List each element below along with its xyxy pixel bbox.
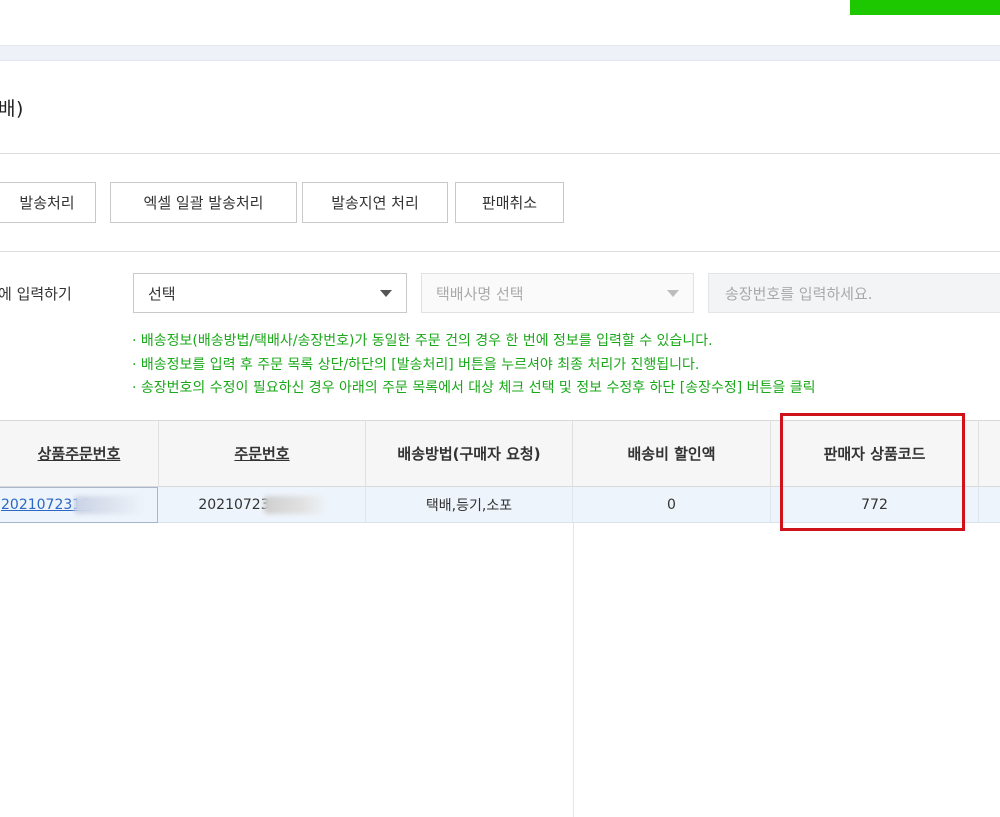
delivery-method-cell: 택배,등기,소포 bbox=[366, 487, 573, 522]
delay-ship-button[interactable]: 발송지연 처리 bbox=[302, 182, 448, 223]
notice-item: · 송장번호의 수정이 필요하신 경우 아래의 주문 목록에서 대상 체크 선택… bbox=[132, 380, 816, 396]
column-product-order-no[interactable]: 상품주문번호 bbox=[0, 421, 159, 486]
column-order-no[interactable]: 주문번호 bbox=[159, 421, 366, 486]
chevron-down-icon bbox=[667, 290, 679, 297]
notice-item: · 배송정보(배송방법/택배사/송장번호)가 동일한 주문 건의 경우 한 번에… bbox=[132, 333, 713, 349]
masked-number bbox=[74, 496, 145, 514]
invoice-placeholder: 송장번호를 입력하세요. bbox=[725, 284, 873, 303]
column-divider bbox=[573, 523, 574, 817]
ship-button[interactable]: 발송처리 bbox=[0, 182, 96, 223]
top-action-button[interactable] bbox=[850, 0, 1000, 15]
section-title: 배) bbox=[0, 98, 24, 120]
order-shipping-page: 배) 발송처리 엑셀 일괄 발송처리 발송지연 처리 판매취소 에 입력하기 선… bbox=[0, 0, 1000, 817]
masked-number bbox=[263, 495, 326, 514]
bulk-input-label: 에 입력하기 bbox=[0, 285, 72, 303]
product-order-no-link[interactable]: 2021072318 bbox=[0, 487, 158, 523]
notice-list: · 배송정보(배송방법/택배사/송장번호)가 동일한 주문 건의 경우 한 번에… bbox=[132, 330, 816, 401]
cancel-sale-button[interactable]: 판매취소 bbox=[455, 182, 564, 223]
shipping-discount-cell: 0 bbox=[573, 487, 771, 522]
delivery-method-value: 선택 bbox=[148, 284, 176, 303]
column-shipping-discount: 배송비 할인액 bbox=[573, 421, 771, 486]
delivery-method-select[interactable]: 선택 bbox=[133, 273, 407, 313]
header-band bbox=[0, 45, 1000, 61]
column-delivery-method: 배송방법(구매자 요청) bbox=[366, 421, 573, 486]
order-no-cell: 20210723 bbox=[159, 487, 366, 522]
excel-bulk-ship-button[interactable]: 엑셀 일괄 발송처리 bbox=[110, 182, 297, 223]
order-no-value: 20210723 bbox=[198, 496, 270, 513]
notice-item: · 배송정보를 입력 후 주문 목록 상단/하단의 [발송처리] 버튼을 누르셔… bbox=[132, 356, 700, 373]
highlight-annotation-box bbox=[780, 413, 965, 531]
chevron-down-icon bbox=[380, 290, 392, 297]
divider bbox=[0, 251, 1000, 252]
invoice-number-input[interactable]: 송장번호를 입력하세요. bbox=[708, 273, 1000, 313]
courier-placeholder: 택배사명 선택 bbox=[436, 284, 524, 303]
divider bbox=[0, 153, 1000, 154]
courier-select[interactable]: 택배사명 선택 bbox=[421, 273, 694, 313]
